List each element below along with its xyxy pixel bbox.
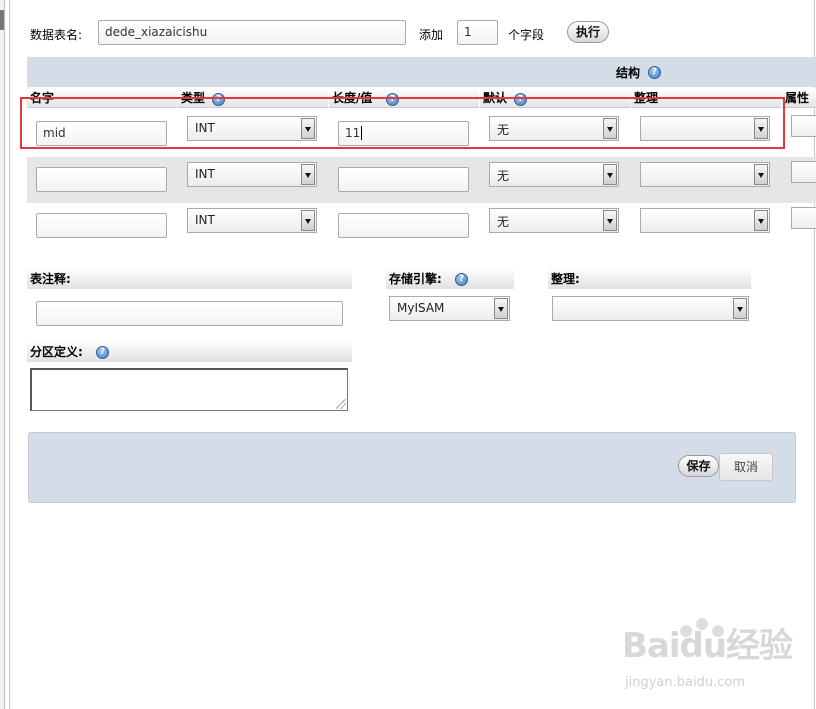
field-name-input[interactable]	[36, 167, 167, 192]
partition-label: 分区定义:	[30, 345, 83, 359]
left-window-edge	[0, 0, 5, 709]
partition-help-icon[interactable]: ?	[96, 346, 109, 359]
execute-button[interactable]: 执行	[567, 21, 609, 43]
storage-engine-header: 存储引擎:	[386, 267, 514, 289]
field-attributes-select[interactable]	[791, 161, 816, 183]
watermark-url: jingyan.baidu.com	[625, 675, 745, 690]
save-button[interactable]: 保存	[678, 455, 719, 477]
field-default-select[interactable]: 无	[489, 208, 619, 233]
table-comment-input[interactable]	[36, 301, 343, 326]
storage-engine-value: MyISAM	[397, 301, 445, 315]
field-type-value: INT	[195, 213, 215, 227]
field-default-value: 无	[497, 215, 510, 229]
chevron-down-icon	[754, 164, 768, 185]
field-type-select[interactable]: INT	[187, 162, 317, 187]
field-name-input[interactable]	[36, 213, 167, 238]
chevron-down-icon	[494, 298, 508, 319]
column-header-attributes-text: 属性	[785, 91, 810, 105]
resize-grip-icon[interactable]	[336, 399, 346, 409]
field-type-select[interactable]: INT	[187, 208, 317, 233]
chevron-down-icon	[603, 210, 617, 231]
field-collation-select[interactable]	[640, 162, 770, 187]
chevron-down-icon	[301, 210, 315, 231]
table-name-label: 数据表名:	[30, 28, 83, 42]
field-length-input[interactable]	[338, 167, 469, 192]
structure-help-icon[interactable]: ?	[648, 66, 661, 79]
highlight-annotation-box	[20, 97, 785, 149]
field-default-value: 无	[497, 169, 510, 183]
table-collation-header: 整理:	[548, 267, 751, 289]
column-header-attributes: 属性	[782, 88, 816, 108]
structure-header-bar	[27, 57, 816, 87]
storage-engine-select[interactable]: MyISAM	[389, 296, 510, 321]
cancel-button[interactable]: 取消	[719, 453, 773, 481]
chevron-down-icon	[301, 164, 315, 185]
field-attributes-select[interactable]	[791, 207, 816, 229]
storage-engine-label: 存储引擎:	[389, 272, 442, 286]
table-collation-select[interactable]	[552, 296, 749, 321]
add-field-count-input[interactable]: 1	[457, 20, 498, 45]
field-attributes-select[interactable]	[791, 115, 816, 137]
field-length-input[interactable]	[338, 213, 469, 238]
table-name-input[interactable]: dede_xiazaicishu	[98, 20, 406, 45]
partition-textarea[interactable]	[30, 368, 348, 411]
field-unit-label: 个字段	[508, 28, 545, 42]
field-default-select[interactable]: 无	[489, 162, 619, 187]
edge-notch	[0, 10, 4, 30]
structure-title: 结构	[616, 66, 641, 80]
chevron-down-icon	[603, 164, 617, 185]
field-type-value: INT	[195, 167, 215, 181]
table-collation-label: 整理:	[551, 272, 580, 286]
add-label: 添加	[419, 28, 444, 42]
watermark-brand: Baidu经验	[622, 626, 793, 666]
table-comment-label: 表注释:	[30, 272, 71, 286]
partition-header: 分区定义:	[27, 340, 352, 362]
chevron-down-icon	[733, 298, 747, 319]
storage-engine-help-icon[interactable]: ?	[455, 273, 468, 286]
table-comment-header: 表注释:	[27, 267, 352, 289]
field-collation-select[interactable]	[640, 208, 770, 233]
chevron-down-icon	[754, 210, 768, 231]
